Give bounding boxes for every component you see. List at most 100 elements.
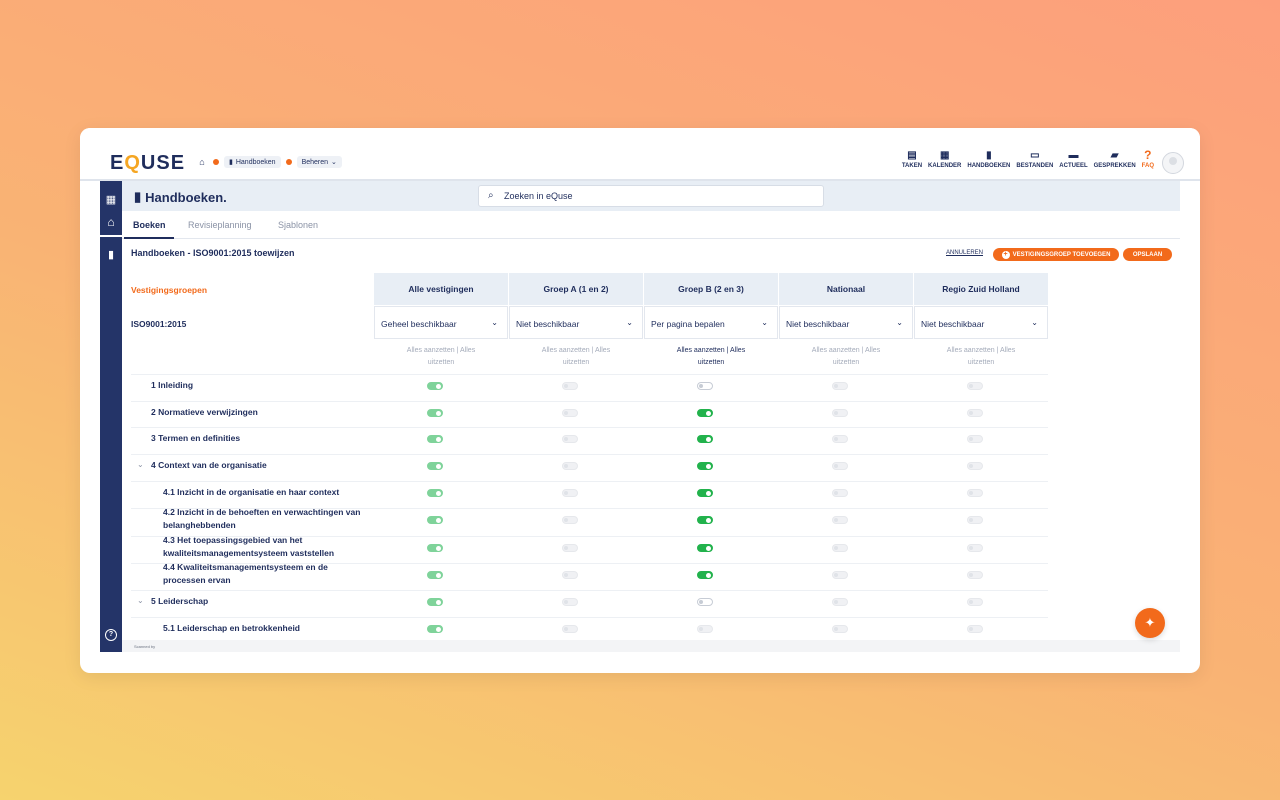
nav-gesprekken[interactable]: ▰ GESPREKKEN xyxy=(1094,150,1136,169)
avatar[interactable] xyxy=(1162,152,1184,174)
tab-revisieplanning[interactable]: Revisieplanning xyxy=(188,220,252,230)
plus-icon: + xyxy=(1001,250,1010,259)
availability-toggle[interactable] xyxy=(427,409,443,417)
book-icon[interactable]: ▮ xyxy=(100,248,122,261)
availability-toggle[interactable] xyxy=(562,625,578,633)
availability-toggle[interactable] xyxy=(832,409,848,417)
availability-select[interactable]: Niet beschikbaar ⌄ xyxy=(914,306,1048,339)
cancel-button[interactable]: ANNULEREN xyxy=(946,250,983,256)
nav-kalender[interactable]: ▦ KALENDER xyxy=(928,150,961,169)
availability-select[interactable]: Niet beschikbaar ⌄ xyxy=(779,306,913,339)
availability-toggle[interactable] xyxy=(562,489,578,497)
bulk-actions[interactable]: Alles aanzetten | Alles uitzetten xyxy=(914,345,1048,369)
availability-toggle[interactable] xyxy=(967,409,983,417)
availability-toggle[interactable] xyxy=(967,598,983,606)
availability-toggle[interactable] xyxy=(967,544,983,552)
availability-toggle[interactable] xyxy=(562,571,578,579)
availability-toggle[interactable] xyxy=(832,489,848,497)
availability-toggle[interactable] xyxy=(967,516,983,524)
row-divider xyxy=(131,374,1048,375)
column-header: Groep A (1 en 2) xyxy=(509,273,643,305)
tab-sjablonen[interactable]: Sjablonen xyxy=(278,220,318,230)
footer: Scanned by xyxy=(122,640,1180,652)
book-icon: ▮ xyxy=(986,150,992,161)
save-button[interactable]: OPSLAAN xyxy=(1123,248,1172,261)
availability-toggle[interactable] xyxy=(697,544,713,552)
availability-toggle[interactable] xyxy=(562,409,578,417)
nav-faq[interactable]: ? FAQ xyxy=(1142,149,1154,169)
add-group-button[interactable]: + VESTIGINGSGROEP TOEVOEGEN xyxy=(993,248,1119,261)
ai-assistant-button[interactable]: ✦ xyxy=(1135,608,1165,638)
availability-toggle[interactable] xyxy=(427,435,443,443)
availability-toggle[interactable] xyxy=(697,409,713,417)
availability-toggle[interactable] xyxy=(697,516,713,524)
breadcrumb-item-beheren[interactable]: Beheren ⌄ xyxy=(296,156,342,168)
availability-toggle[interactable] xyxy=(427,462,443,470)
sparkle-icon: ✦ xyxy=(1144,615,1156,630)
availability-toggle[interactable] xyxy=(967,625,983,633)
nav-actueel[interactable]: ▬ ACTUEEL xyxy=(1059,150,1087,169)
availability-select[interactable]: Niet beschikbaar ⌄ xyxy=(509,306,643,339)
availability-toggle[interactable] xyxy=(832,544,848,552)
availability-toggle[interactable] xyxy=(967,435,983,443)
availability-toggle[interactable] xyxy=(697,625,713,633)
home-icon[interactable]: ⌂ xyxy=(196,156,208,168)
availability-toggle[interactable] xyxy=(832,516,848,524)
tab-boeken[interactable]: Boeken xyxy=(133,220,166,230)
nav-bestanden[interactable]: ▭ BESTANDEN xyxy=(1016,150,1053,169)
app-window: EQUSE ⌂ ▮ Handboeken Beheren ⌄ ▤ TAKEN ▦ KAL… xyxy=(80,128,1200,673)
availability-toggle[interactable] xyxy=(697,382,713,390)
grid-icon[interactable]: ▦ xyxy=(100,193,122,206)
help-icon[interactable]: ? xyxy=(105,629,117,641)
availability-toggle[interactable] xyxy=(427,598,443,606)
chevron-down-icon: ⌄ xyxy=(331,159,337,166)
bulk-actions[interactable]: Alles aanzetten | Alles uitzetten xyxy=(374,345,508,369)
availability-toggle[interactable] xyxy=(832,462,848,470)
availability-toggle[interactable] xyxy=(832,382,848,390)
book-icon: ▮ xyxy=(229,159,233,166)
breadcrumb-item-handboeken[interactable]: ▮ Handboeken xyxy=(224,156,281,168)
availability-toggle[interactable] xyxy=(832,435,848,443)
availability-toggle[interactable] xyxy=(562,382,578,390)
availability-toggle[interactable] xyxy=(562,462,578,470)
nav-taken[interactable]: ▤ TAKEN xyxy=(902,150,922,169)
availability-toggle[interactable] xyxy=(967,462,983,470)
chevron-down-icon: ⌄ xyxy=(626,318,633,327)
availability-toggle[interactable] xyxy=(427,382,443,390)
home-icon[interactable]: ⌂ xyxy=(100,215,122,229)
availability-toggle[interactable] xyxy=(967,489,983,497)
availability-toggle[interactable] xyxy=(697,462,713,470)
availability-toggle[interactable] xyxy=(562,435,578,443)
availability-toggle[interactable] xyxy=(967,571,983,579)
availability-toggle[interactable] xyxy=(427,516,443,524)
availability-select[interactable]: Per pagina bepalen ⌄ xyxy=(644,306,778,339)
availability-toggle[interactable] xyxy=(427,571,443,579)
chevron-down-icon[interactable]: ⌄ xyxy=(137,596,144,605)
bulk-actions[interactable]: Alles aanzetten | Alles uitzetten xyxy=(644,345,778,369)
row-divider xyxy=(131,454,1048,455)
availability-toggle[interactable] xyxy=(697,435,713,443)
nav-handboeken[interactable]: ▮ HANDBOEKEN xyxy=(967,150,1010,169)
availability-toggle[interactable] xyxy=(832,571,848,579)
availability-toggle[interactable] xyxy=(697,489,713,497)
equse-logo[interactable]: EQUSE xyxy=(110,152,185,175)
archive-icon: ▭ xyxy=(1030,150,1040,161)
search-input[interactable]: ⌕ Zoeken in eQuse xyxy=(478,185,824,207)
availability-toggle[interactable] xyxy=(697,598,713,606)
availability-toggle[interactable] xyxy=(832,598,848,606)
chapter-label: 3 Termen en definities xyxy=(151,433,241,443)
availability-toggle[interactable] xyxy=(562,516,578,524)
availability-toggle[interactable] xyxy=(967,382,983,390)
availability-toggle[interactable] xyxy=(562,598,578,606)
bulk-actions[interactable]: Alles aanzetten | Alles uitzetten xyxy=(779,345,913,369)
sub-header: ▮ Handboeken. ⌕ Zoeken in eQuse xyxy=(122,181,1180,211)
availability-toggle[interactable] xyxy=(832,625,848,633)
availability-toggle[interactable] xyxy=(562,544,578,552)
availability-toggle[interactable] xyxy=(697,571,713,579)
chevron-down-icon[interactable]: ⌄ xyxy=(137,460,144,469)
availability-select[interactable]: Geheel beschikbaar ⌄ xyxy=(374,306,508,339)
availability-toggle[interactable] xyxy=(427,489,443,497)
bulk-actions[interactable]: Alles aanzetten | Alles uitzetten xyxy=(509,345,643,369)
availability-toggle[interactable] xyxy=(427,625,443,633)
availability-toggle[interactable] xyxy=(427,544,443,552)
